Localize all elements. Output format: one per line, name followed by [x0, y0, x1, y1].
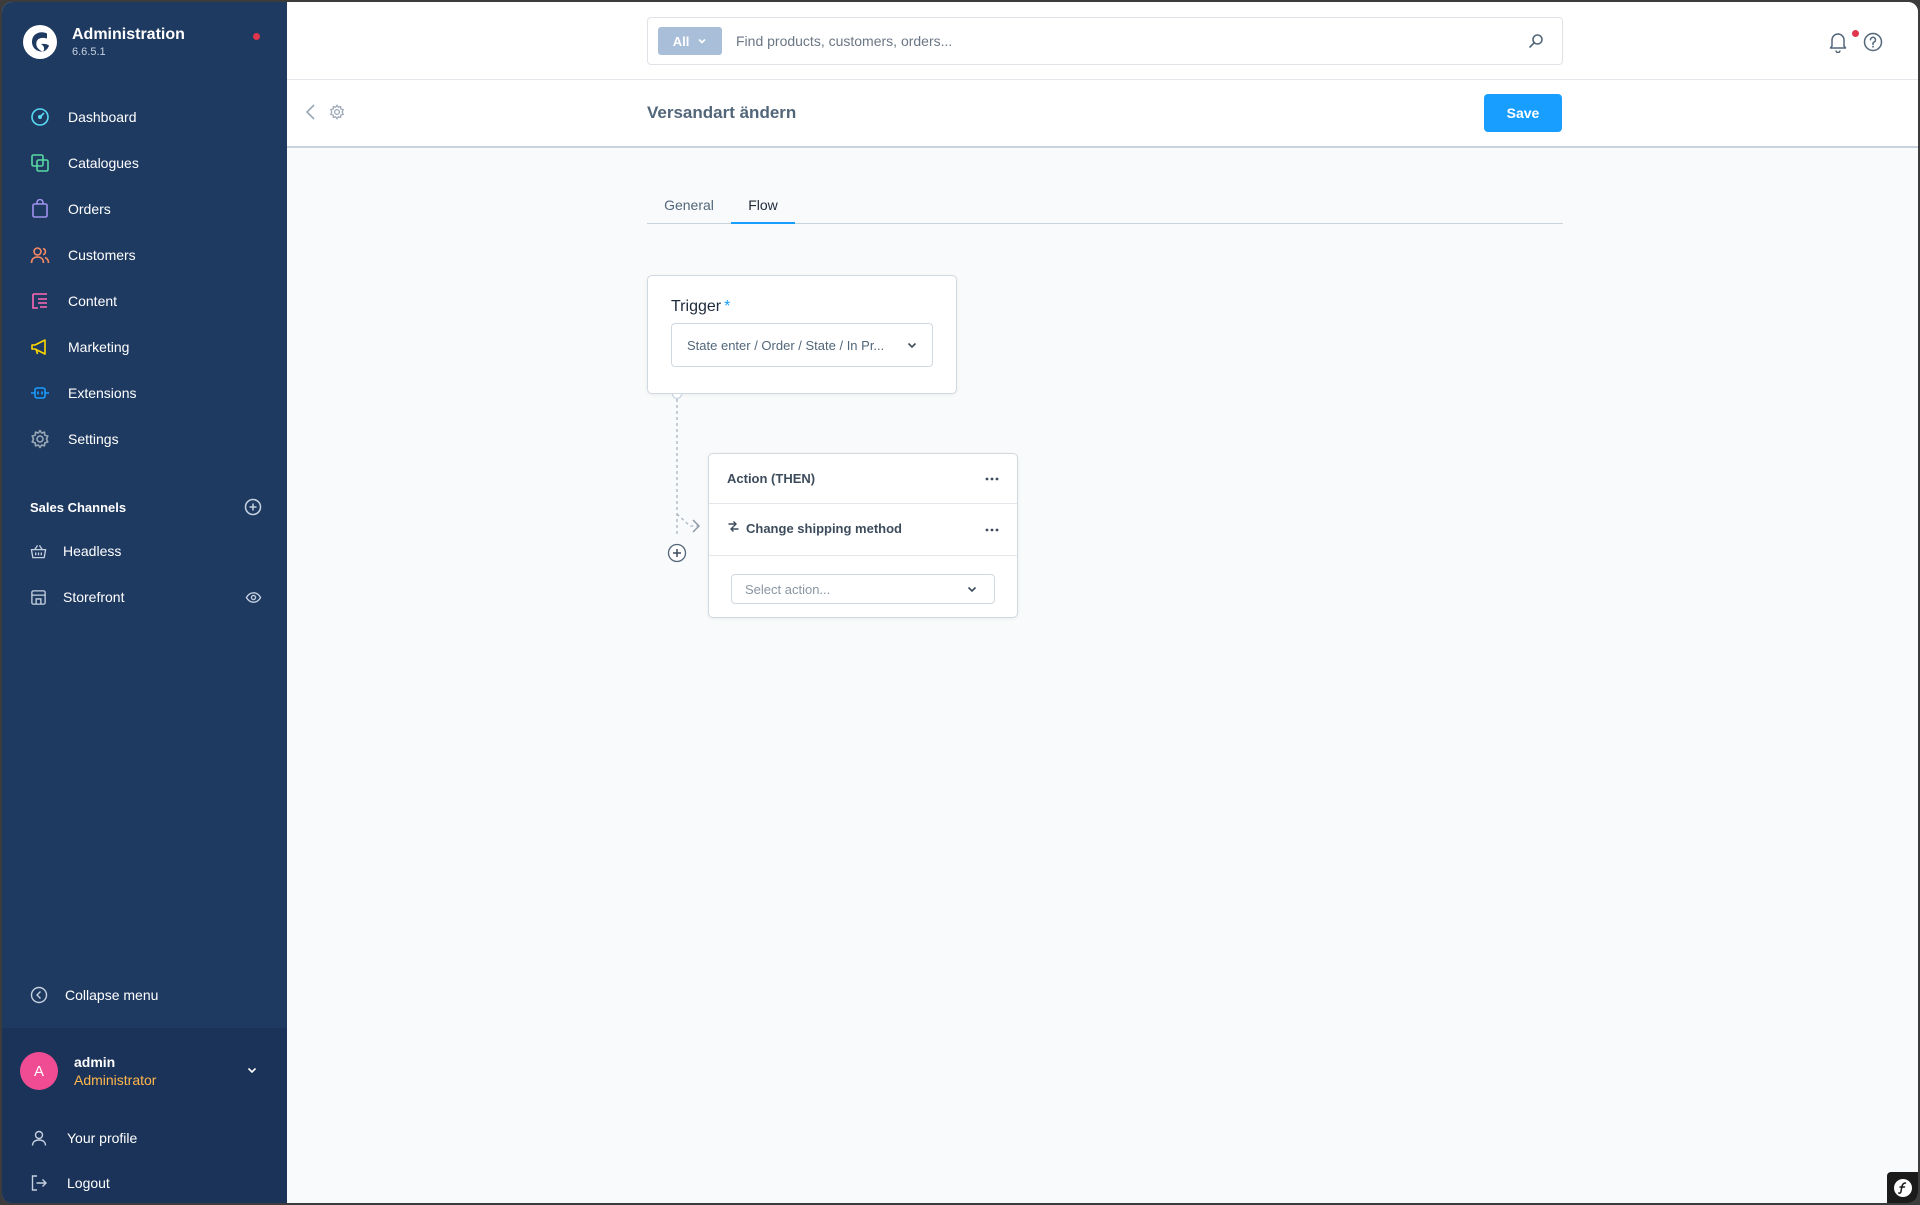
search-input[interactable]	[736, 33, 1528, 49]
sales-channel-headless[interactable]: Headless	[30, 536, 262, 566]
content-icon	[32, 293, 47, 309]
symfony-logo-icon	[1893, 1178, 1912, 1197]
trigger-label-text: Trigger	[671, 298, 722, 315]
dashboard-icon	[31, 108, 49, 126]
sidebar-item-content[interactable]: Content	[2, 278, 287, 324]
sidebar-item-orders[interactable]: Orders	[2, 186, 287, 232]
trigger-select-value: State enter / Order / State / In Pr...	[687, 337, 885, 353]
sidebar-item-label: Customers	[68, 247, 136, 263]
gear-icon[interactable]	[329, 104, 345, 120]
sidebar-item-label: Extensions	[68, 385, 137, 401]
top-bar: All	[287, 2, 1918, 80]
chevron-down-icon	[907, 342, 917, 349]
trigger-label: Trigger *	[671, 298, 730, 316]
user-menu: Your profile Logout	[2, 1114, 287, 1203]
page-header: Versandart ändern Save	[287, 80, 1918, 148]
eye-icon[interactable]	[245, 589, 262, 606]
chevron-down-icon[interactable]	[246, 1064, 258, 1076]
trigger-card: Trigger * State enter / Order / State / I…	[647, 275, 957, 394]
shopware-logo-icon	[23, 25, 57, 59]
shipping-switch-icon	[728, 521, 739, 532]
sidebar: Administration 6.6.5.1 Dashboard Catalog…	[2, 2, 287, 1203]
tab-flow[interactable]: Flow	[731, 188, 795, 224]
extensions-icon	[31, 387, 49, 399]
add-sales-channel-icon[interactable]	[244, 498, 262, 516]
user-role: Administrator	[74, 1072, 157, 1088]
user-name: admin	[74, 1054, 116, 1070]
chevron-left-icon[interactable]	[304, 103, 318, 121]
collapse-icon	[30, 986, 48, 1004]
action-card: Action (THEN) Change shipping method Sel…	[708, 453, 1018, 618]
sidebar-item-label: Settings	[68, 431, 119, 447]
action-item-label: Change shipping method	[746, 521, 902, 536]
sidebar-item-label: Marketing	[68, 339, 130, 355]
notification-dot	[1852, 30, 1859, 37]
sales-channels-header: Sales Channels	[30, 498, 262, 516]
sidebar-item-customers[interactable]: Customers	[2, 232, 287, 278]
chevron-down-icon	[967, 586, 977, 593]
logout-icon	[31, 1175, 47, 1191]
user-icon	[31, 1130, 47, 1146]
main-nav: Dashboard Catalogues Orders Customers Co…	[2, 94, 287, 462]
customers-icon	[30, 247, 50, 264]
save-button[interactable]: Save	[1484, 94, 1562, 132]
catalogue-icon	[31, 154, 49, 172]
user-panel[interactable]: A admin Administrator	[2, 1028, 287, 1114]
more-options-icon[interactable]	[985, 476, 999, 482]
orders-icon	[32, 199, 48, 218]
sidebar-item-label: Catalogues	[68, 155, 139, 171]
sales-channel-storefront[interactable]: Storefront	[30, 582, 262, 612]
sales-channels-title: Sales Channels	[30, 499, 127, 515]
action-card-header: Action (THEN)	[709, 454, 1017, 504]
select-action-dropdown[interactable]: Select action...	[731, 574, 995, 604]
app-window: Administration 6.6.5.1 Dashboard Catalog…	[2, 2, 1918, 1203]
global-search: All	[647, 17, 1563, 65]
basket-icon	[30, 544, 47, 558]
sales-channel-label: Storefront	[63, 589, 125, 605]
logout-label: Logout	[67, 1175, 110, 1191]
sidebar-item-marketing[interactable]: Marketing	[2, 324, 287, 370]
search-type-label: All	[672, 33, 690, 49]
collapse-menu-button[interactable]: Collapse menu	[30, 986, 158, 1004]
sidebar-item-label: Content	[68, 293, 118, 309]
sidebar-item-extensions[interactable]: Extensions	[2, 370, 287, 416]
avatar: A	[20, 1052, 58, 1090]
sidebar-item-label: Dashboard	[68, 109, 137, 125]
your-profile-label: Your profile	[67, 1130, 138, 1146]
sidebar-item-settings[interactable]: Settings	[2, 416, 287, 462]
bell-icon[interactable]	[1828, 31, 1848, 53]
select-action-placeholder: Select action...	[745, 581, 831, 597]
tab-general[interactable]: General	[647, 188, 731, 224]
search-icon[interactable]	[1528, 33, 1544, 49]
tab-bar: General Flow	[647, 188, 1563, 224]
sales-channel-label: Headless	[63, 543, 122, 559]
sidebar-item-label: Orders	[68, 201, 111, 217]
marketing-icon	[31, 339, 46, 355]
page-title: Versandart ändern	[647, 103, 797, 122]
search-type-dropdown[interactable]: All	[658, 27, 722, 55]
app-title: Administration	[72, 26, 185, 43]
your-profile-link[interactable]: Your profile	[30, 1129, 137, 1147]
action-title: Action (THEN)	[727, 471, 816, 486]
more-options-icon[interactable]	[985, 527, 999, 533]
app-version: 6.6.5.1	[72, 46, 106, 58]
brand[interactable]: Administration 6.6.5.1	[22, 24, 185, 60]
settings-icon	[31, 429, 49, 449]
symfony-toolbar-toggle[interactable]	[1887, 1172, 1918, 1203]
status-dot	[253, 33, 260, 40]
sidebar-item-catalogues[interactable]: Catalogues	[2, 140, 287, 186]
required-marker: *	[724, 298, 731, 315]
help-icon[interactable]	[1863, 32, 1883, 52]
logout-link[interactable]: Logout	[30, 1174, 110, 1192]
collapse-menu-label: Collapse menu	[65, 987, 159, 1003]
action-item[interactable]: Change shipping method	[709, 504, 1017, 556]
storefront-icon	[31, 589, 46, 605]
chevron-down-icon	[698, 38, 706, 44]
add-sequence-icon[interactable]	[667, 543, 687, 563]
sidebar-item-dashboard[interactable]: Dashboard	[2, 94, 287, 140]
trigger-select[interactable]: State enter / Order / State / In Pr...	[671, 323, 933, 367]
